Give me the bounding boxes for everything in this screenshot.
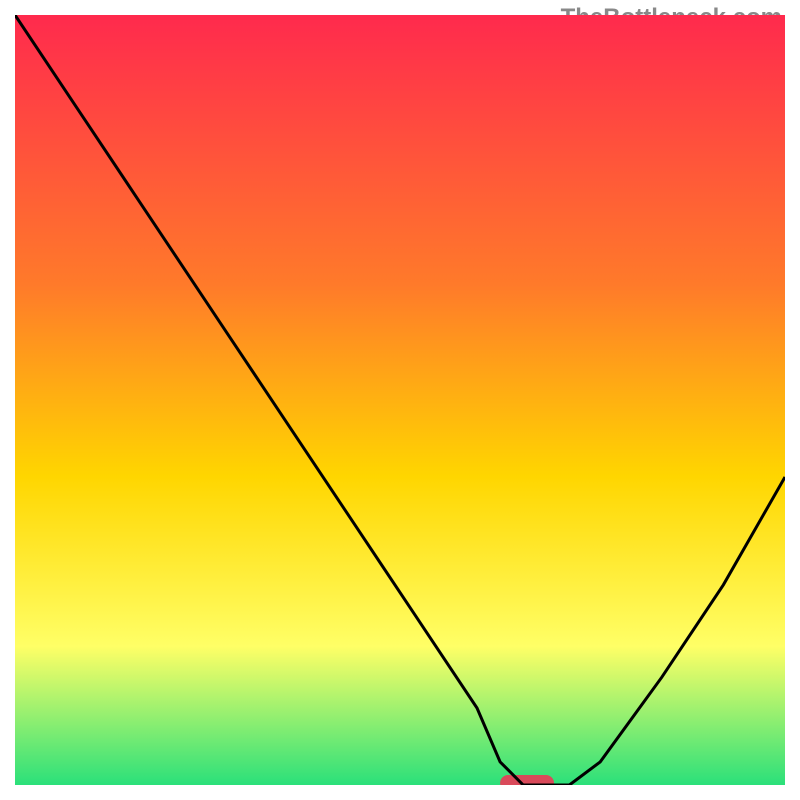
chart-container: TheBottleneck.com bbox=[0, 0, 800, 800]
gradient-background bbox=[15, 15, 785, 785]
bottleneck-chart bbox=[15, 15, 785, 785]
